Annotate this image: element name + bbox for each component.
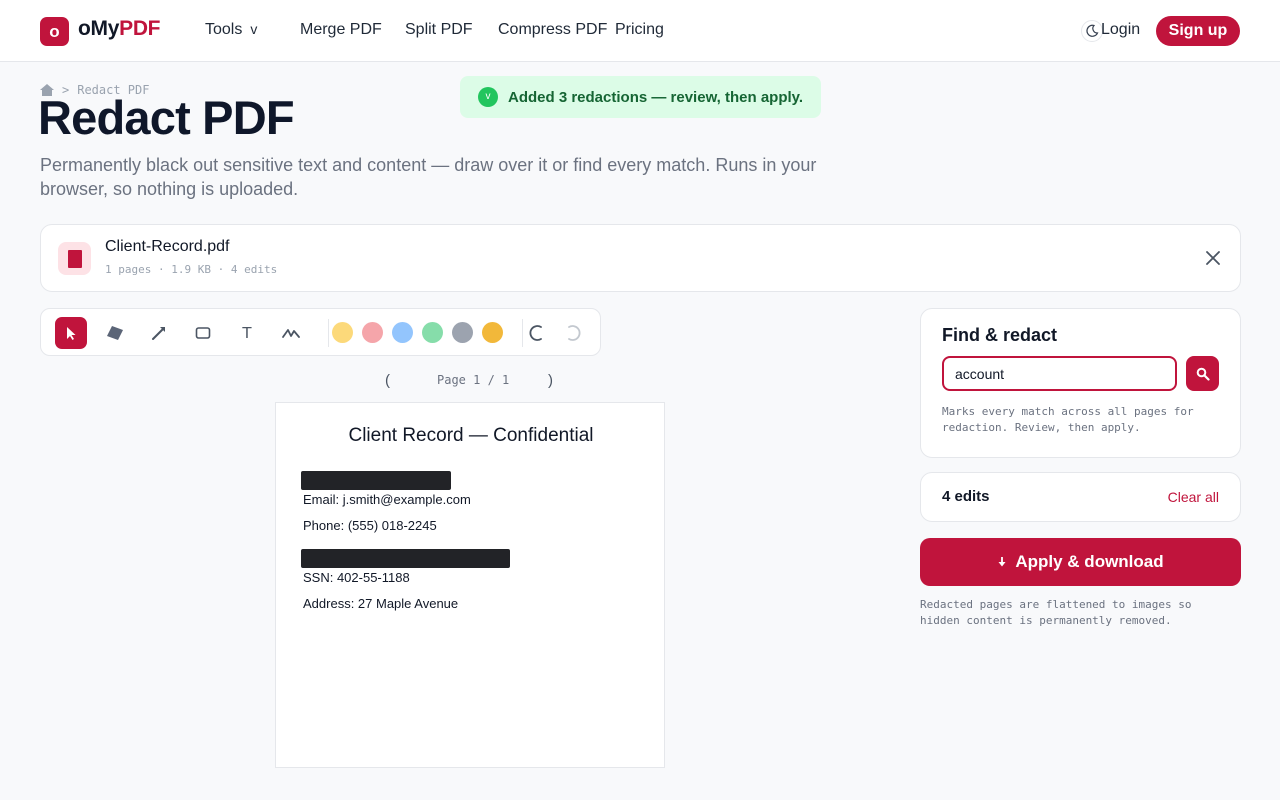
chevron-down-icon: v [250, 21, 258, 37]
document-title: Client Record — Confidential [348, 425, 594, 446]
eraser-tool-button[interactable] [99, 317, 131, 349]
redaction-box[interactable] [301, 471, 451, 490]
pdf-file-icon [58, 242, 91, 275]
find-search-button[interactable] [1186, 356, 1219, 391]
undo-icon [529, 325, 542, 341]
page-subtitle: Permanently black out sensitive text and… [40, 155, 817, 199]
color-swatch-orange[interactable] [482, 322, 503, 343]
color-swatch-blue[interactable] [392, 322, 413, 343]
color-swatch-pink[interactable] [362, 322, 383, 343]
apply-download-label: Apply & download [1015, 552, 1164, 571]
find-search-input[interactable] [942, 356, 1177, 391]
signature-icon [282, 329, 300, 338]
arrow-icon [152, 327, 165, 340]
freehand-tool-button[interactable] [275, 317, 307, 349]
logo-text-part1: oMy [78, 17, 120, 40]
download-arrow-icon [998, 557, 1006, 567]
redaction-box[interactable] [301, 549, 510, 568]
arrow-tool-button[interactable] [143, 317, 175, 349]
next-page-button[interactable]: ) [548, 372, 553, 389]
close-icon[interactable] [1203, 248, 1223, 268]
signup-button[interactable]: Sign up [1156, 16, 1240, 46]
annotation-toolbar: T [40, 308, 601, 356]
pdf-page-canvas[interactable]: Client Record — Confidential Email: j.sm… [275, 402, 665, 768]
file-card: Client-Record.pdf 1 pages · 1.9 KB · 4 e… [40, 224, 1241, 292]
toolbar-divider [328, 319, 329, 347]
clear-all-button[interactable]: Clear all [1168, 489, 1219, 505]
search-icon [1196, 367, 1210, 381]
color-swatch-gray[interactable] [452, 322, 473, 343]
color-swatch-green[interactable] [422, 322, 443, 343]
find-redact-title: Find & redact [942, 325, 1058, 345]
apply-note: Redacted pages are flattened to images s… [920, 598, 1192, 627]
top-navbar: o oMyPDF Tools v Merge PDF Split PDF Comp… [0, 0, 1280, 62]
page-title: Redact PDF [38, 91, 295, 144]
redo-icon [568, 325, 581, 341]
login-link[interactable]: Login [1101, 21, 1140, 39]
toast-message: Added 3 redactions — review, then apply. [508, 88, 804, 106]
eraser-icon [107, 326, 123, 340]
cursor-icon [67, 327, 76, 340]
document-line-address: Address: 27 Maple Avenue [303, 596, 459, 611]
rectangle-tool-button[interactable] [187, 317, 219, 349]
nav-tools-dropdown[interactable]: Tools v [205, 21, 257, 39]
edits-summary: 4 edits Clear all [920, 472, 1241, 522]
text-tool-button[interactable]: T [231, 317, 263, 349]
file-meta: 1 pages · 1.9 KB · 4 edits [105, 263, 278, 276]
find-redact-panel: Find & redact Marks every match across a… [920, 308, 1241, 458]
nav-pricing[interactable]: Pricing [615, 21, 664, 39]
text-icon: T [242, 324, 252, 342]
logo-text-part2: PDF [119, 17, 161, 40]
undo-button[interactable] [521, 317, 553, 349]
success-toast: v Added 3 redactions — review, then appl… [460, 76, 821, 118]
logo-icon[interactable]: o [40, 17, 69, 46]
document-line-email: Email: j.smith@example.com [303, 492, 471, 507]
rectangle-icon [195, 327, 211, 339]
nav-compress-pdf[interactable]: Compress PDF [498, 21, 607, 39]
nav-split-pdf[interactable]: Split PDF [405, 21, 473, 39]
document-line-phone: Phone: (555) 018-2245 [303, 518, 437, 533]
logo-wordmark[interactable]: oMyPDF [78, 17, 161, 41]
nav-tools-label: Tools [205, 21, 243, 38]
select-tool-button[interactable] [55, 317, 87, 349]
edits-count: 4 edits [942, 488, 990, 505]
theme-toggle-moon-icon[interactable] [1081, 20, 1103, 42]
page-indicator: Page 1 / 1 [437, 373, 510, 387]
check-icon: v [478, 87, 498, 107]
nav-merge-pdf[interactable]: Merge PDF [300, 21, 382, 39]
find-hint-text: Marks every match across all pages for r… [942, 405, 1194, 434]
prev-page-button[interactable]: ( [385, 372, 390, 389]
redo-button[interactable] [557, 317, 589, 349]
color-swatch-yellow[interactable] [332, 322, 353, 343]
apply-download-button[interactable]: Apply & download [920, 538, 1241, 586]
file-name: Client-Record.pdf [105, 238, 230, 255]
document-line-ssn: SSN: 402-55-1188 [303, 570, 410, 585]
